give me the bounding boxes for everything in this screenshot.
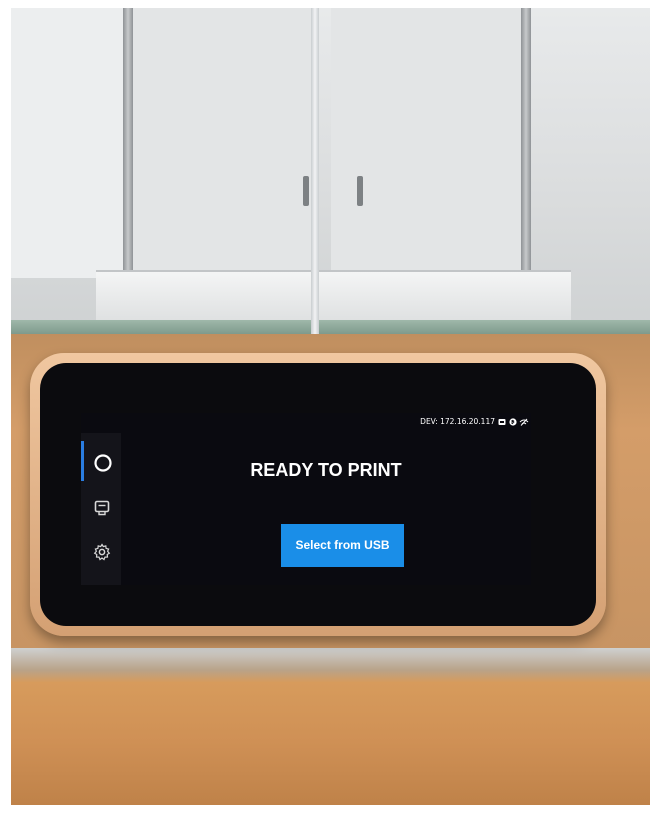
network-address: DEV: 172.16.20.117	[420, 417, 495, 426]
glass-edge	[11, 320, 650, 334]
tray-icon	[94, 500, 110, 516]
wifi-off-icon	[519, 418, 529, 426]
cabinet-post-left	[123, 8, 133, 273]
cabinet-side-panel	[11, 8, 123, 278]
printer-base-surface	[11, 648, 650, 805]
printer-cabinet	[11, 8, 650, 328]
touchscreen-display: DEV: 172.16.20.117 READY TO PRINT Select…	[81, 413, 531, 585]
sidebar-nav	[81, 433, 121, 585]
nav-home[interactable]	[86, 443, 118, 481]
status-title: READY TO PRINT	[250, 460, 402, 480]
main-panel: READY TO PRINT Select from USB	[121, 433, 531, 585]
usb-icon	[498, 419, 506, 425]
nav-settings[interactable]	[86, 533, 118, 571]
door-handle-right	[357, 176, 363, 206]
door-handle-left	[303, 176, 309, 206]
door-panel-right	[331, 8, 521, 278]
door-seam	[311, 8, 319, 353]
status-bar: DEV: 172.16.20.117	[81, 413, 531, 433]
photo-background	[11, 8, 650, 805]
bluetooth-icon	[509, 418, 517, 426]
door-panel-left	[133, 8, 313, 278]
select-from-usb-button[interactable]: Select from USB	[281, 524, 404, 567]
circle-icon	[94, 454, 112, 472]
active-nav-indicator	[81, 441, 84, 481]
cabinet-post-right	[521, 8, 531, 273]
gear-icon	[93, 543, 111, 561]
cabinet-shelf	[96, 270, 571, 327]
nav-queue[interactable]	[86, 489, 118, 527]
